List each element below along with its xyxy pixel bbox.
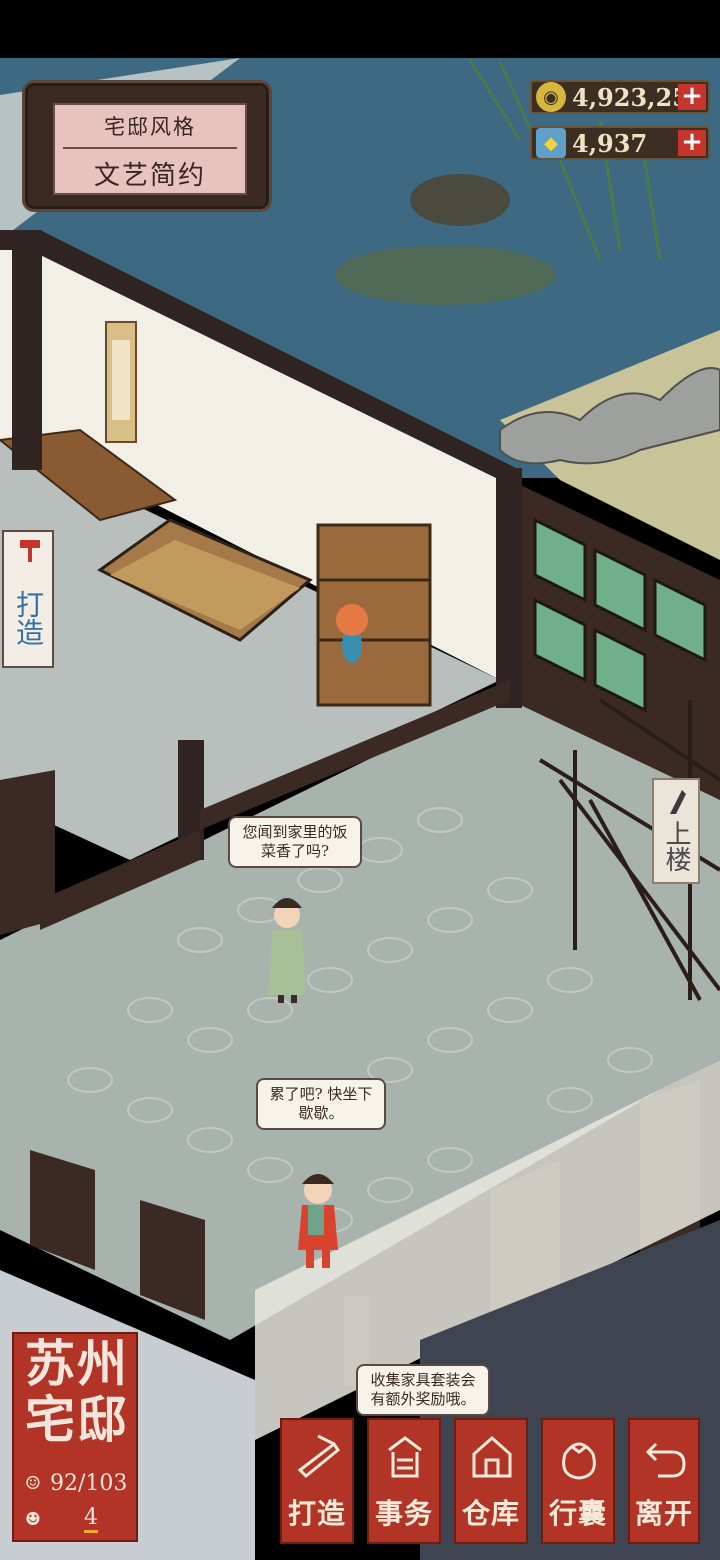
gem-amount: 4,937 bbox=[572, 128, 648, 158]
npc-dialogue-text: 累了吧? 快坐下歇歇。 bbox=[269, 1085, 373, 1122]
pillar bbox=[496, 468, 522, 708]
jade-gem-icon: ◆ bbox=[536, 128, 566, 158]
leave-button[interactable]: 离开 bbox=[628, 1418, 700, 1544]
coin-counter: ◉ 4,923,251 + bbox=[530, 80, 710, 114]
craft-sign[interactable]: 打造 bbox=[2, 530, 54, 668]
upstairs-sign[interactable]: 上楼 bbox=[652, 778, 700, 884]
add-coins-button[interactable]: + bbox=[678, 83, 706, 110]
up-arrow-icon bbox=[670, 790, 686, 814]
bundle-icon bbox=[562, 1442, 596, 1480]
craft-sign-label: 打造 bbox=[12, 590, 45, 646]
style-value: 文艺简约 bbox=[93, 161, 206, 191]
scroll-icon bbox=[388, 1436, 422, 1478]
leave-button-label: 离开 bbox=[634, 1497, 693, 1530]
craft-button-label: 打造 bbox=[287, 1497, 346, 1530]
mansion-level-value: 4 bbox=[84, 1505, 98, 1533]
hint-text: 收集家具套装会有额外奖励哦。 bbox=[370, 1371, 476, 1408]
resident-count: ☺ 92/103 bbox=[20, 1468, 127, 1498]
upstairs-label: 上楼 bbox=[661, 820, 691, 872]
city-name: 苏州宅邸 bbox=[25, 1334, 129, 1449]
city-badge[interactable]: 苏州宅邸 ☺ 92/103 ☻ 4 bbox=[12, 1332, 138, 1542]
warehouse-icon bbox=[472, 1435, 512, 1478]
hammer-icon bbox=[20, 540, 40, 562]
warehouse-button[interactable]: 仓库 bbox=[454, 1418, 528, 1544]
residence-style-panel[interactable]: 宅邸风格 文艺简约 bbox=[22, 80, 272, 212]
copper-coin-icon: ◉ bbox=[536, 82, 566, 112]
style-plaque: 宅邸风格 文艺简约 bbox=[53, 103, 247, 195]
affairs-button-label: 事务 bbox=[374, 1497, 433, 1530]
gem-counter: ◆ 4,937 + bbox=[530, 126, 710, 160]
npc-dialogue-text: 您闻到家里的饭菜香了吗? bbox=[242, 823, 348, 860]
status-bar bbox=[0, 0, 720, 58]
steward-icon: ☻ bbox=[24, 1508, 42, 1530]
npc-dialogue-bubble: 累了吧? 快坐下歇歇。 bbox=[256, 1078, 386, 1130]
bag-button[interactable]: 行囊 bbox=[541, 1418, 615, 1544]
resident-icon: ☺ bbox=[24, 1472, 42, 1494]
game-screen: 宅邸风格 文艺简约 ◉ 4,923,251 + ◆ 4,937 + 打造 上楼 … bbox=[0, 0, 720, 1560]
resident-count-value: 92/103 bbox=[50, 1470, 128, 1496]
return-arrow-icon bbox=[645, 1442, 686, 1478]
lotus-leaf bbox=[410, 174, 510, 226]
style-title: 宅邸风格 bbox=[104, 115, 196, 139]
craft-button[interactable]: 打造 bbox=[280, 1418, 354, 1544]
add-gems-button[interactable]: + bbox=[678, 129, 706, 156]
bag-button-label: 行囊 bbox=[548, 1497, 607, 1530]
divider bbox=[63, 147, 237, 149]
pillar bbox=[12, 230, 42, 470]
hint-bubble: 收集家具套装会有额外奖励哦。 bbox=[356, 1364, 490, 1416]
bookshelf bbox=[316, 523, 432, 707]
mansion-level: ☻ 4 bbox=[20, 1504, 98, 1534]
warehouse-button-label: 仓库 bbox=[461, 1497, 520, 1530]
hammer-icon bbox=[297, 1434, 341, 1479]
npc-dialogue-bubble: 您闻到家里的饭菜香了吗? bbox=[228, 816, 362, 868]
affairs-button[interactable]: 事务 bbox=[367, 1418, 441, 1544]
lotus-leaf bbox=[335, 245, 555, 305]
